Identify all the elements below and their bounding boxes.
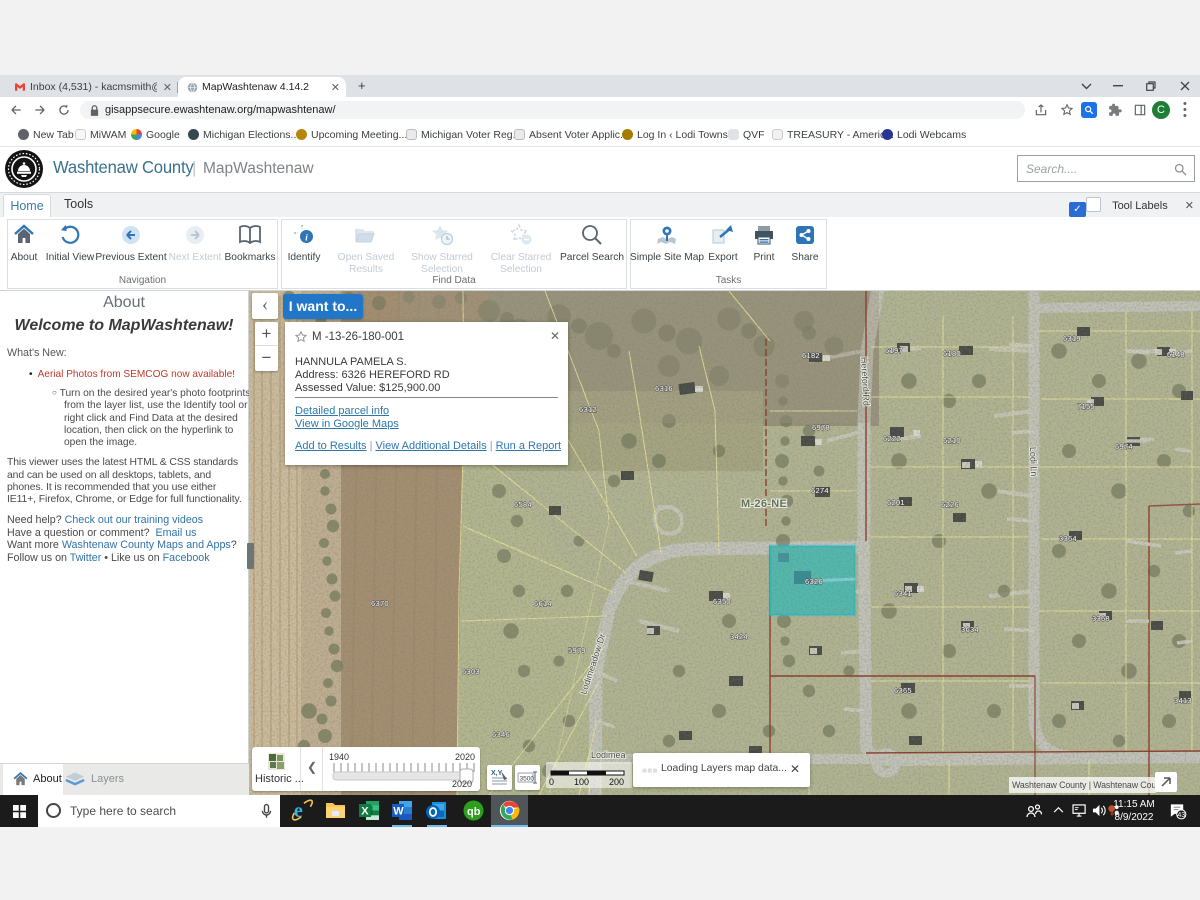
- svg-text:43: 43: [1177, 811, 1185, 819]
- svg-text:6346: 6346: [492, 730, 510, 739]
- svg-text:6180: 6180: [943, 349, 961, 358]
- svg-text:6614: 6614: [534, 599, 552, 608]
- svg-text:X,Y: X,Y: [491, 770, 503, 777]
- svg-text:6222: 6222: [883, 434, 901, 443]
- svg-text:7155: 7155: [1077, 402, 1095, 411]
- svg-text:200: 200: [609, 777, 624, 787]
- svg-text:6226: 6226: [941, 500, 959, 509]
- svg-text:3634: 3634: [961, 625, 979, 634]
- svg-text:M-26-NE: M-26-NE: [741, 498, 787, 510]
- svg-text:6978: 6978: [812, 423, 830, 432]
- svg-text:6197: 6197: [885, 346, 903, 355]
- svg-text:6341: 6341: [894, 589, 912, 598]
- svg-text:6584: 6584: [514, 500, 532, 509]
- svg-text:100: 100: [574, 777, 589, 787]
- svg-text:6326: 6326: [805, 577, 823, 586]
- svg-text:6316: 6316: [655, 384, 673, 393]
- svg-text:6312: 6312: [579, 405, 597, 414]
- svg-text:6370: 6370: [371, 599, 389, 608]
- svg-text:5979: 5979: [568, 646, 586, 655]
- svg-text:3368: 3368: [1092, 614, 1110, 623]
- svg-text:6974: 6974: [1115, 442, 1133, 451]
- svg-text:6201: 6201: [887, 498, 905, 507]
- svg-text:6319: 6319: [1063, 334, 1081, 343]
- svg-text:6365: 6365: [894, 686, 912, 695]
- svg-text:Lodimea: Lodimea: [591, 750, 626, 760]
- svg-text:3424: 3424: [730, 632, 748, 641]
- svg-text:X: X: [361, 806, 369, 818]
- svg-text:0: 0: [549, 777, 554, 787]
- svg-text:qb: qb: [467, 806, 481, 818]
- svg-text:6350: 6350: [713, 597, 731, 606]
- svg-text:Lodi Ln: Lodi Ln: [1028, 447, 1039, 477]
- svg-text:6303: 6303: [462, 667, 480, 676]
- svg-text:3364: 3364: [1059, 534, 1077, 543]
- svg-text:6182: 6182: [802, 351, 820, 360]
- svg-text:6274: 6274: [811, 486, 829, 495]
- svg-text:6148: 6148: [1167, 350, 1185, 359]
- svg-text:6210: 6210: [943, 436, 961, 445]
- svg-text:3413: 3413: [1174, 696, 1192, 705]
- svg-text:W: W: [393, 806, 404, 818]
- svg-text:3500: 3500: [520, 776, 535, 783]
